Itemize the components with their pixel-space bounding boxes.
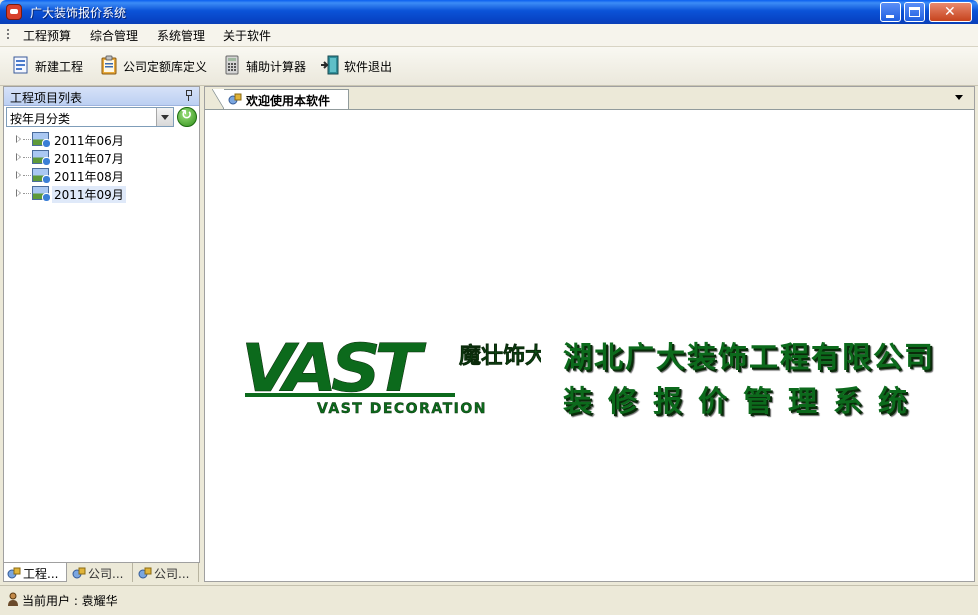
- svg-text:VAST DECORATION: VAST DECORATION: [317, 401, 487, 417]
- calculator-icon: [225, 55, 239, 75]
- panel-title: 工程项目列表: [10, 91, 83, 105]
- tab-label: 公司...: [88, 567, 124, 581]
- svg-text:魔壮饰大衣佩: 魔壮饰大衣佩: [459, 343, 541, 369]
- menu-general-management[interactable]: 综合管理: [90, 27, 138, 44]
- current-user-status: 当前用户 : 袁耀华: [22, 594, 118, 608]
- left-panel-tabs: 工程... 公司... 公司...: [3, 562, 200, 583]
- tree-item[interactable]: 2011年07月: [4, 149, 199, 167]
- document-tabstrip: 欢迎使用本软件: [205, 87, 974, 110]
- close-icon: ✕: [944, 4, 956, 20]
- gear-link-icon: [7, 567, 21, 579]
- menu-bar: 工程预算 综合管理 系统管理 关于软件: [0, 24, 978, 47]
- company-quota-button[interactable]: 公司定额库定义: [99, 55, 211, 77]
- user-icon: [8, 592, 18, 606]
- menu-grip-icon[interactable]: [7, 29, 9, 41]
- menu-about[interactable]: 关于软件: [223, 27, 271, 44]
- menu-system-management[interactable]: 系统管理: [157, 27, 205, 44]
- folder-picture-icon: [32, 186, 51, 202]
- system-name: 装修报价管理系统: [563, 384, 924, 418]
- expand-icon[interactable]: [16, 189, 21, 197]
- new-project-icon: [13, 56, 28, 74]
- tree-item-label: 2011年06月: [54, 134, 124, 148]
- vast-decoration-logo: VAST 魔壮饰大衣佩 VAST DECORATION: [241, 335, 541, 417]
- exit-button[interactable]: 软件退出: [320, 55, 396, 77]
- tree-item-label: 2011年08月: [54, 170, 124, 184]
- tab-projects[interactable]: 工程...: [3, 563, 67, 582]
- company-name: 湖北广大装饰工程有限公司: [563, 340, 936, 374]
- tree-item-label: 2011年07月: [54, 152, 124, 166]
- gear-link-icon: [228, 93, 242, 105]
- folder-picture-icon: [32, 150, 51, 166]
- group-by-select[interactable]: 按年月分类: [6, 107, 174, 127]
- tree-item-label: 2011年09月: [52, 186, 126, 203]
- tree-item[interactable]: 2011年08月: [4, 167, 199, 185]
- exit-label: 软件退出: [344, 60, 393, 74]
- clipboard-icon: [101, 55, 117, 75]
- new-project-button[interactable]: 新建工程: [11, 55, 87, 77]
- folder-picture-icon: [32, 168, 51, 184]
- tab-company-1[interactable]: 公司...: [69, 563, 133, 582]
- new-project-label: 新建工程: [35, 60, 84, 74]
- expand-icon[interactable]: [16, 171, 21, 179]
- project-list-panel: 工程项目列表 按年月分类 2011年06月 2011年07月: [3, 86, 200, 582]
- welcome-page: VAST 魔壮饰大衣佩 VAST DECORATION 湖北广大装饰工程有限公司…: [205, 110, 974, 581]
- maximize-button[interactable]: [904, 2, 925, 22]
- gear-link-icon: [138, 567, 152, 579]
- tab-label: 公司...: [154, 567, 190, 581]
- document-area: 欢迎使用本软件 VAST 魔壮饰大衣佩 VAST DECORATION 湖北广大…: [204, 86, 975, 582]
- tab-list-dropdown-icon[interactable]: [955, 95, 963, 100]
- tab-welcome[interactable]: 欢迎使用本软件: [212, 89, 349, 109]
- refresh-button[interactable]: [177, 107, 197, 127]
- pin-icon[interactable]: [185, 90, 193, 101]
- panel-header: 工程项目列表: [4, 87, 199, 106]
- menu-project-budget[interactable]: 工程预算: [23, 27, 71, 44]
- app-window: 广大装饰报价系统 ✕ 工程预算 综合管理 系统管理 关于软件 新建工程 公司定额…: [0, 0, 978, 615]
- tree-item-selected[interactable]: 2011年09月: [4, 185, 199, 203]
- app-icon[interactable]: [6, 4, 22, 20]
- title-bar[interactable]: 广大装饰报价系统 ✕: [0, 0, 978, 24]
- expand-icon[interactable]: [16, 135, 21, 143]
- close-button[interactable]: ✕: [929, 2, 972, 22]
- group-by-value: 按年月分类: [10, 112, 71, 126]
- folder-picture-icon: [32, 132, 51, 148]
- company-quota-label: 公司定额库定义: [123, 60, 208, 74]
- calculator-label: 辅助计算器: [246, 60, 307, 74]
- minimize-icon: [886, 15, 894, 18]
- tab-label: 工程...: [23, 567, 59, 581]
- chevron-down-icon[interactable]: [156, 108, 173, 126]
- gear-link-icon: [72, 567, 86, 579]
- calculator-button[interactable]: 辅助计算器: [222, 55, 310, 77]
- tab-welcome-label: 欢迎使用本软件: [246, 94, 331, 108]
- tab-company-2[interactable]: 公司...: [135, 563, 199, 582]
- minimize-button[interactable]: [880, 2, 901, 22]
- exit-door-icon: [321, 55, 339, 75]
- maximize-icon: [909, 7, 920, 17]
- tree-item[interactable]: 2011年06月: [4, 131, 199, 149]
- expand-icon[interactable]: [16, 153, 21, 161]
- toolbar: 新建工程 公司定额库定义 辅助计算器 软件退出: [0, 47, 978, 86]
- window-title: 广大装饰报价系统: [30, 6, 127, 20]
- status-bar: 当前用户 : 袁耀华: [0, 585, 978, 615]
